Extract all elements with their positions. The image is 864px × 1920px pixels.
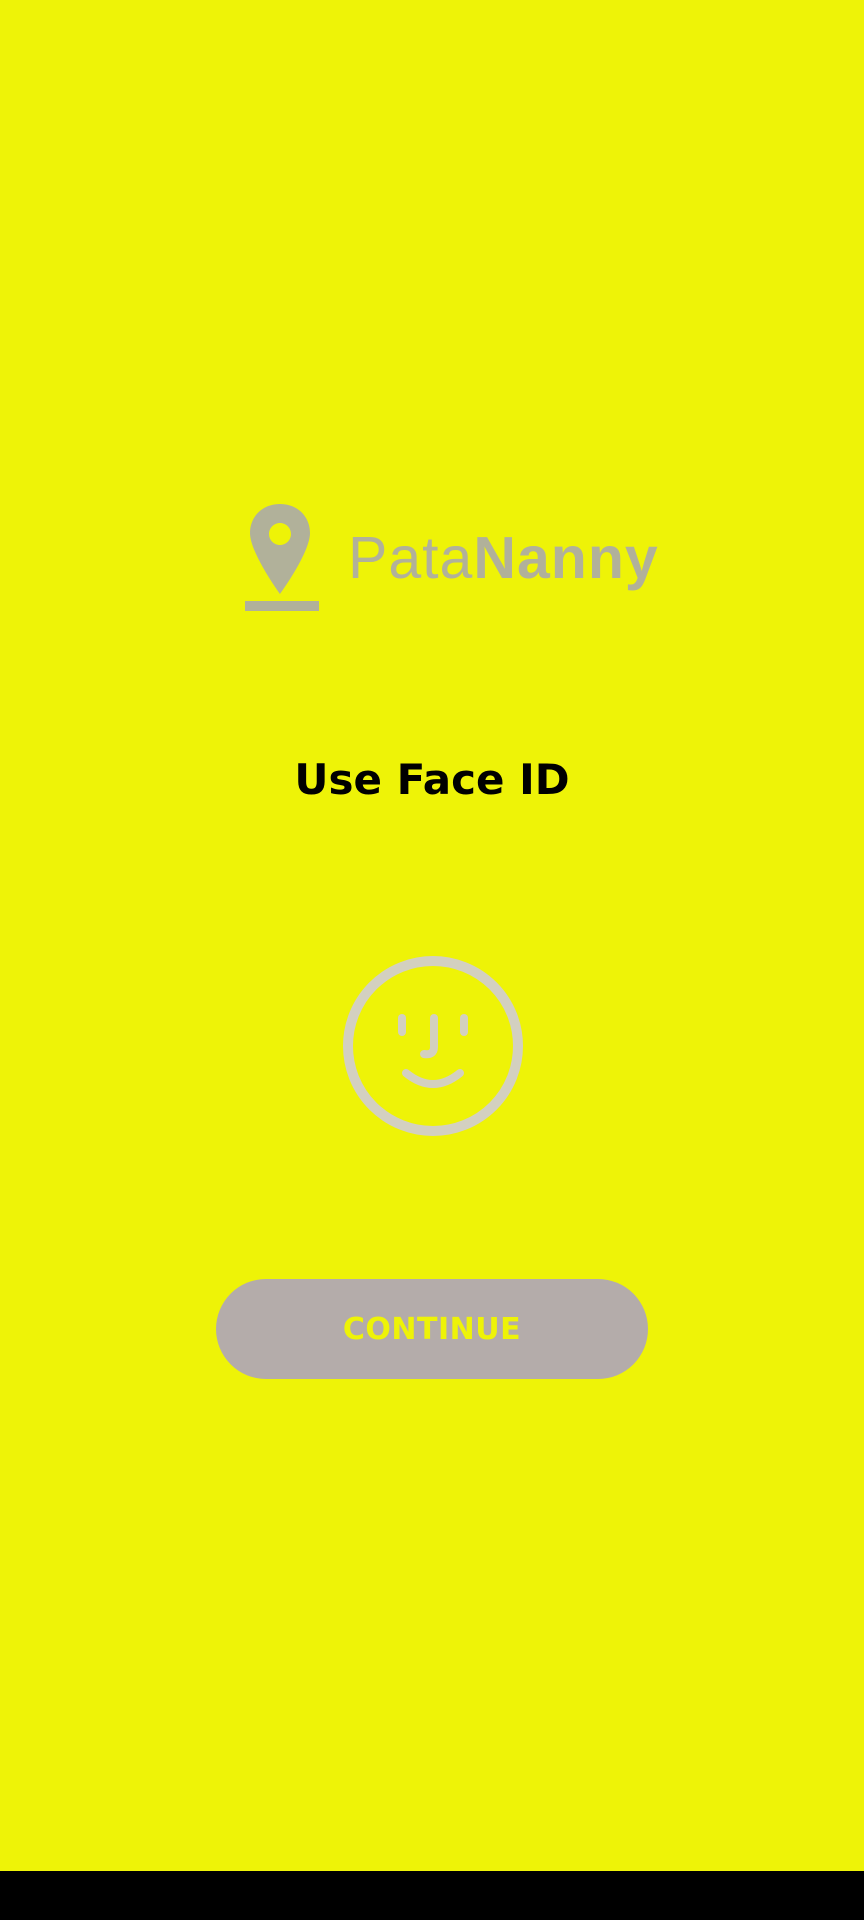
location-pin-icon [245, 504, 319, 611]
page-title: Use Face ID [294, 755, 570, 804]
face-id-screen: PataNanny Use Face ID CONTINUE [0, 0, 864, 1871]
system-navigation-bar [0, 1871, 864, 1920]
continue-button[interactable]: CONTINUE [216, 1279, 648, 1379]
app-logo: PataNanny [242, 502, 658, 614]
continue-button-label: CONTINUE [342, 1311, 522, 1347]
face-id-icon [343, 956, 523, 1136]
app-name-part2: Nanny [473, 525, 659, 591]
app-name-part1: Pata [348, 525, 474, 591]
app-name: PataNanny [348, 524, 659, 592]
